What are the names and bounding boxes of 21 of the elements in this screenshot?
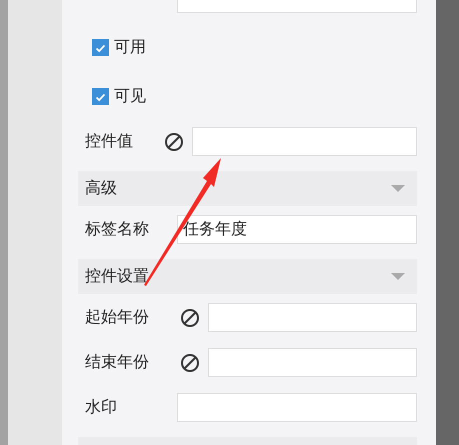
checkbox-label: 可见: [114, 86, 146, 106]
field-label: 结束年份: [85, 352, 150, 373]
checkbox[interactable]: [92, 38, 110, 56]
null-icon[interactable]: [180, 308, 200, 328]
section-header[interactable]: 高级: [78, 171, 418, 206]
null-icon[interactable]: [164, 132, 184, 152]
caret-icon[interactable]: [391, 273, 406, 280]
input-field[interactable]: 任务年度: [177, 215, 418, 244]
field-label: 标签名称: [85, 219, 150, 240]
input-field[interactable]: [208, 348, 418, 377]
field-label: 水印: [85, 397, 118, 418]
input-field[interactable]: [177, 393, 418, 422]
field-label: 控件值: [85, 131, 134, 152]
input-field[interactable]: [192, 127, 418, 156]
section-header[interactable]: 控件设置: [78, 259, 418, 294]
caret-icon[interactable]: [391, 185, 406, 192]
checkbox[interactable]: [92, 88, 110, 104]
input-field[interactable]: [208, 303, 418, 332]
null-icon[interactable]: [180, 352, 200, 372]
checkbox-label: 可用: [114, 36, 146, 58]
field-label: 起始年份: [85, 307, 150, 328]
